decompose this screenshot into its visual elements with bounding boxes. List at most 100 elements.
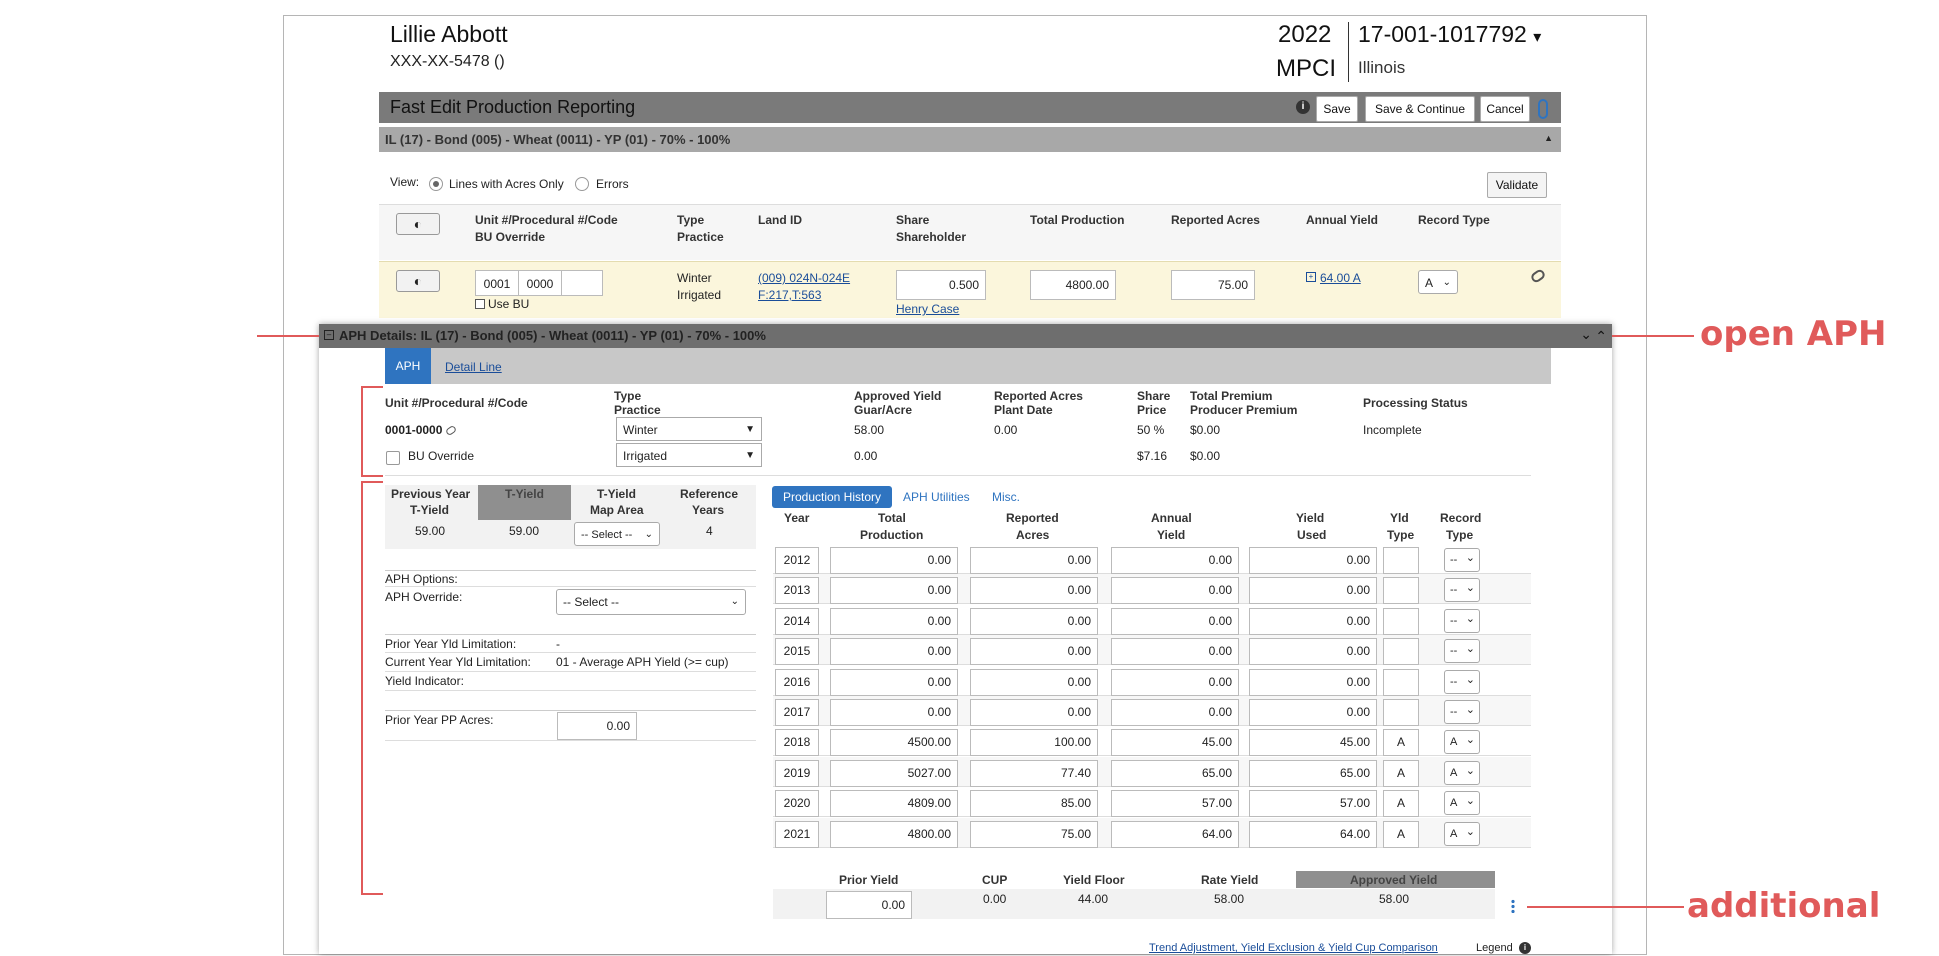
production-input[interactable]: 4809.00 bbox=[830, 790, 958, 817]
tab-detail-line[interactable]: Detail Line bbox=[445, 360, 502, 374]
aph-header-bar[interactable]: – APH Details: IL (17) - Bond (005) - Wh… bbox=[319, 324, 1612, 348]
acres-input[interactable]: 100.00 bbox=[970, 729, 1098, 756]
acres-input[interactable]: 0.00 bbox=[970, 699, 1098, 726]
tab-misc[interactable]: Misc. bbox=[992, 490, 1020, 504]
land-id-link-2[interactable]: F:217,T:563 bbox=[758, 288, 821, 303]
yield-type-cell[interactable] bbox=[1383, 638, 1419, 665]
annual-yield-input[interactable]: 0.00 bbox=[1111, 577, 1239, 604]
save-continue-button[interactable]: Save & Continue bbox=[1365, 96, 1475, 122]
tab-aph[interactable]: APH bbox=[385, 348, 431, 384]
expand-icon[interactable]: + bbox=[1306, 272, 1316, 282]
policy-selector[interactable]: 17-001-1017792 ▾ bbox=[1358, 21, 1541, 48]
production-input[interactable]: 0.00 bbox=[830, 638, 958, 665]
save-button[interactable]: Save bbox=[1316, 96, 1358, 122]
aph-collapse-icon[interactable]: – bbox=[324, 330, 334, 340]
acres-input[interactable]: 75.00 bbox=[970, 821, 1098, 848]
production-input[interactable]: 0.00 bbox=[830, 547, 958, 574]
production-input[interactable]: 4800.00 bbox=[830, 821, 958, 848]
yield-used-input[interactable]: 0.00 bbox=[1249, 638, 1377, 665]
code-input[interactable] bbox=[561, 270, 603, 296]
acres-input[interactable]: 77.40 bbox=[970, 760, 1098, 787]
yield-type-cell[interactable] bbox=[1383, 547, 1419, 574]
acres-input[interactable]: 0.00 bbox=[970, 577, 1098, 604]
prior-yield-input[interactable]: 0.00 bbox=[826, 891, 912, 919]
annual-yield-input[interactable]: 0.00 bbox=[1111, 547, 1239, 574]
record-type-select[interactable]: -- ⌄ bbox=[1444, 670, 1480, 694]
rep-acres-input[interactable]: 75.00 bbox=[1171, 270, 1255, 300]
yield-used-input[interactable]: 45.00 bbox=[1249, 729, 1377, 756]
annual-yield-input[interactable]: 0.00 bbox=[1111, 638, 1239, 665]
total-prod-input[interactable]: 4800.00 bbox=[1030, 270, 1116, 300]
validate-button[interactable]: Validate bbox=[1487, 172, 1547, 198]
yield-used-input[interactable]: 64.00 bbox=[1249, 821, 1377, 848]
radio-errors[interactable] bbox=[575, 177, 589, 191]
record-type-select[interactable]: A ⌄ bbox=[1444, 791, 1480, 815]
annual-yield-input[interactable]: 65.00 bbox=[1111, 760, 1239, 787]
collapse-icon[interactable]: ▲ bbox=[1544, 133, 1553, 143]
toggle-all-button[interactable]: ◐ bbox=[396, 213, 440, 235]
info-icon[interactable]: i bbox=[1296, 100, 1310, 114]
bu-override-checkbox[interactable] bbox=[386, 451, 400, 465]
yield-used-input[interactable]: 0.00 bbox=[1249, 577, 1377, 604]
acres-input[interactable]: 0.00 bbox=[970, 608, 1098, 635]
yield-type-cell[interactable] bbox=[1383, 699, 1419, 726]
yield-type-cell[interactable]: A bbox=[1383, 790, 1419, 817]
link-icon[interactable] bbox=[444, 424, 457, 437]
acres-input[interactable]: 0.00 bbox=[970, 669, 1098, 696]
pp-acres-input[interactable]: 0.00 bbox=[557, 712, 637, 740]
chevron-up-icon[interactable]: ⌃ bbox=[1595, 328, 1607, 345]
yield-type-cell[interactable]: A bbox=[1383, 821, 1419, 848]
production-input[interactable]: 0.00 bbox=[830, 577, 958, 604]
more-options-icon[interactable] bbox=[1511, 899, 1515, 913]
record-type-select[interactable]: -- ⌄ bbox=[1444, 639, 1480, 663]
record-type-select[interactable]: A ⌄ bbox=[1444, 822, 1480, 846]
yield-used-input[interactable]: 0.00 bbox=[1249, 699, 1377, 726]
yield-used-input[interactable]: 0.00 bbox=[1249, 669, 1377, 696]
aph-practice-select[interactable]: Irrigated ▼ bbox=[616, 443, 762, 467]
production-input[interactable]: 4500.00 bbox=[830, 729, 958, 756]
yield-used-input[interactable]: 0.00 bbox=[1249, 608, 1377, 635]
production-input[interactable]: 0.00 bbox=[830, 608, 958, 635]
record-type-select[interactable]: A ⌄ bbox=[1444, 761, 1480, 785]
production-input[interactable]: 0.00 bbox=[830, 669, 958, 696]
yield-type-cell[interactable] bbox=[1383, 577, 1419, 604]
record-type-select[interactable]: -- ⌄ bbox=[1444, 700, 1480, 724]
unit-header-bar[interactable]: IL (17) - Bond (005) - Wheat (0011) - YP… bbox=[379, 127, 1561, 152]
annual-yield-input[interactable]: 57.00 bbox=[1111, 790, 1239, 817]
production-input[interactable]: 0.00 bbox=[830, 699, 958, 726]
acres-input[interactable]: 0.00 bbox=[970, 547, 1098, 574]
row-toggle-button[interactable]: ◐ bbox=[396, 270, 440, 292]
annual-yield-input[interactable]: 0.00 bbox=[1111, 608, 1239, 635]
cancel-button[interactable]: Cancel bbox=[1480, 96, 1530, 122]
share-input[interactable]: 0.500 bbox=[896, 270, 986, 300]
aph-override-select[interactable]: -- Select -- ⌄ bbox=[556, 589, 746, 615]
unit-input[interactable]: 0001 bbox=[475, 270, 519, 296]
land-id-link[interactable]: (009) 024N-024E bbox=[758, 271, 850, 286]
production-input[interactable]: 5027.00 bbox=[830, 760, 958, 787]
chevron-down-icon[interactable]: ⌄ bbox=[1580, 326, 1592, 343]
annual-yield-link[interactable]: 64.00 A bbox=[1320, 271, 1361, 286]
record-type-select[interactable]: -- ⌄ bbox=[1444, 578, 1480, 602]
tab-aph-utilities[interactable]: APH Utilities bbox=[903, 490, 970, 504]
use-bu-checkbox[interactable] bbox=[475, 299, 485, 309]
map-area-select[interactable]: -- Select -- ⌄ bbox=[574, 522, 660, 546]
record-type-select[interactable]: -- ⌄ bbox=[1444, 609, 1480, 633]
shareholder-link[interactable]: Henry Case bbox=[896, 302, 959, 317]
tab-production-history[interactable]: Production History bbox=[772, 486, 892, 508]
record-type-select[interactable]: A ⌄ bbox=[1444, 730, 1480, 754]
proc-input[interactable]: 0000 bbox=[518, 270, 562, 296]
yield-used-input[interactable]: 0.00 bbox=[1249, 547, 1377, 574]
info-icon[interactable]: i bbox=[1519, 942, 1531, 954]
yield-type-cell[interactable]: A bbox=[1383, 760, 1419, 787]
radio-lines-with-acres[interactable] bbox=[429, 177, 443, 191]
annual-yield-input[interactable]: 45.00 bbox=[1111, 729, 1239, 756]
acres-input[interactable]: 0.00 bbox=[970, 638, 1098, 665]
yield-type-cell[interactable] bbox=[1383, 608, 1419, 635]
yield-used-input[interactable]: 65.00 bbox=[1249, 760, 1377, 787]
annual-yield-input[interactable]: 0.00 bbox=[1111, 669, 1239, 696]
aph-type-select[interactable]: Winter ▼ bbox=[616, 417, 762, 441]
yield-used-input[interactable]: 57.00 bbox=[1249, 790, 1377, 817]
acres-input[interactable]: 85.00 bbox=[970, 790, 1098, 817]
record-type-select[interactable]: A ⌄ bbox=[1418, 270, 1458, 294]
record-type-select[interactable]: -- ⌄ bbox=[1444, 548, 1480, 572]
